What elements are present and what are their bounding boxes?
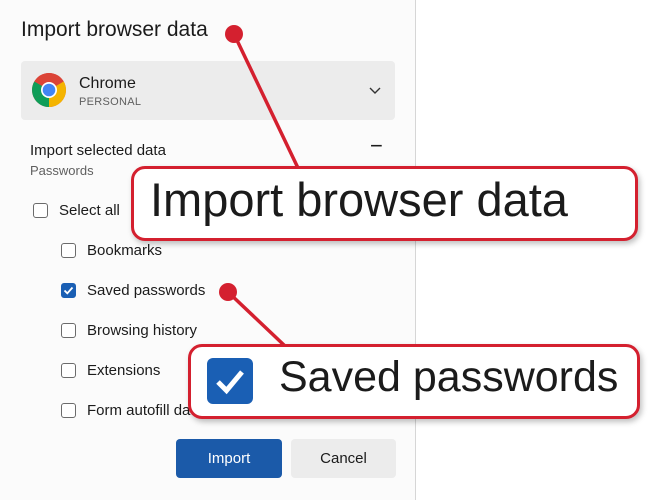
profile-label: PERSONAL [79,96,142,108]
option-label: Saved passwords [87,282,206,299]
callout-title-text: Import browser data [150,173,568,226]
callout-item-zoom: Saved passwords [188,344,640,419]
option-row-form-autofill[interactable]: Form autofill data [61,402,203,419]
option-row-browsing-history[interactable]: Browsing history [61,322,197,339]
import-dialog: Import browser data Chrome PERSONAL Impo… [0,0,416,500]
browser-profile-select[interactable]: Chrome PERSONAL [21,61,395,120]
select-all-label: Select all [59,202,120,219]
section-heading: Import selected data [30,142,166,159]
bookmarks-checkbox[interactable] [61,243,76,258]
option-row-bookmarks[interactable]: Bookmarks [61,242,162,259]
cancel-button[interactable]: Cancel [291,439,396,478]
browser-name: Chrome [79,75,136,92]
chrome-logo-icon [32,73,66,107]
callout-checkbox-icon [207,358,253,404]
browsing-history-checkbox[interactable] [61,323,76,338]
option-label: Extensions [87,362,161,379]
callout-title-zoom: Import browser data [131,166,638,241]
option-row-extensions[interactable]: Extensions [61,362,160,379]
saved-passwords-checkbox[interactable] [61,283,76,298]
collapse-button[interactable]: − [370,135,383,157]
callout-item-text: Saved passwords [279,353,619,401]
chevron-down-icon [369,87,381,94]
select-all-checkbox[interactable] [33,203,48,218]
checkmark-icon [216,370,244,395]
extensions-checkbox[interactable] [61,363,76,378]
option-row-saved-passwords[interactable]: Saved passwords [61,282,205,299]
option-label: Bookmarks [87,242,163,259]
form-autofill-checkbox[interactable] [61,403,76,418]
section-subheading: Passwords [30,163,94,178]
import-button[interactable]: Import [176,439,282,478]
checkmark-icon [63,286,74,295]
option-label: Form autofill data [87,402,203,419]
option-label: Browsing history [87,322,198,339]
dialog-title: Import browser data [21,18,208,41]
select-all-checkbox-row[interactable]: Select all [33,202,120,219]
